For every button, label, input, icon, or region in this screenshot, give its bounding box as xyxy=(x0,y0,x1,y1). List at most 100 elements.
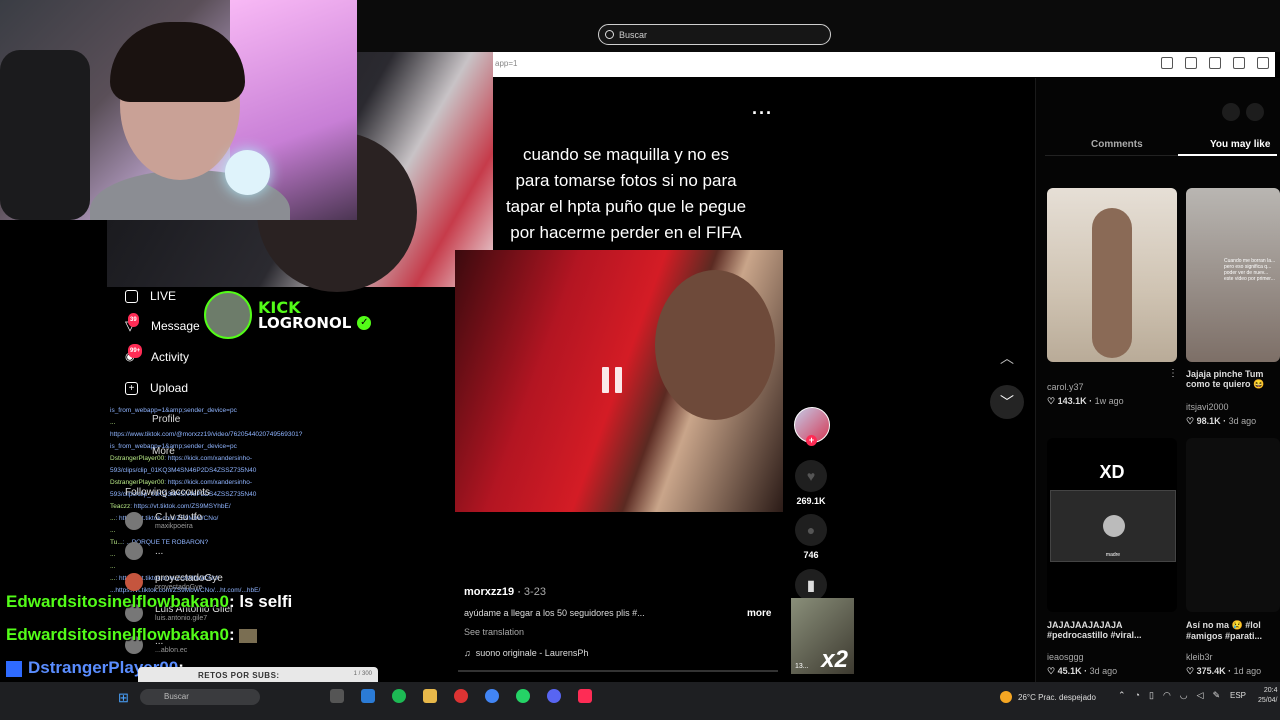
zoom-icon[interactable] xyxy=(1185,57,1197,69)
card-title[interactable]: Jajaja pinche Tum como te quiero 😆 xyxy=(1186,369,1280,390)
clock-date: 25/04/ xyxy=(1258,697,1278,704)
sidebar-item-label: Upload xyxy=(150,381,189,395)
card-user[interactable]: carol.y37 xyxy=(1047,382,1084,392)
clock[interactable]: 20:4 25/04/ xyxy=(1258,686,1277,706)
weather-text: 26°C Prac. despejado xyxy=(1018,692,1096,702)
pause-icon[interactable] xyxy=(600,367,626,393)
card-title[interactable]: JAJAJAAJAJAJA #pedrocastillo #viral... xyxy=(1047,620,1177,640)
spotify-icon[interactable] xyxy=(392,689,406,703)
whatsapp-icon[interactable] xyxy=(516,689,530,703)
following-item[interactable]: C.l.v su tfo maxikpoeira xyxy=(125,512,202,530)
address-bar[interactable]: app=1 xyxy=(493,52,1275,77)
big-chat-line: Edwardsitosinelflowbakan0: xyxy=(6,625,258,645)
following-item[interactable]: ... xyxy=(125,542,163,560)
mic-icon[interactable]: ▯ xyxy=(1149,690,1154,701)
sidebar-item-label: Activity xyxy=(151,350,190,364)
big-chat-line: Edwardsitosinelflowbakan0: ls selfi xyxy=(6,592,293,611)
language-indicator[interactable]: ESP xyxy=(1230,691,1246,700)
card-stats: ♡ 143.1K · 1w ago xyxy=(1047,396,1124,406)
tiktok-icon[interactable] xyxy=(578,689,592,703)
next-video-button[interactable]: ﹀ xyxy=(990,385,1024,419)
video-player[interactable] xyxy=(455,250,783,512)
following-item[interactable]: proyectadoGye proyectadoGye xyxy=(125,573,223,591)
chat-line: DstrangerPlayer00: https://kick.com/xand… xyxy=(110,455,252,462)
windows-start-icon[interactable]: ⊞ xyxy=(118,690,129,706)
following-accounts-header: Following accounts xyxy=(125,487,211,498)
video-caption: cuando se maquilla y no es para tomarse … xyxy=(505,145,747,242)
sound-link[interactable]: ♫ suono originale - LaurensPh xyxy=(464,648,588,658)
wifi-icon[interactable]: ◡ xyxy=(1180,690,1188,701)
message-badge: 39 xyxy=(128,313,139,327)
previous-video-button[interactable]: ︿ xyxy=(990,341,1024,375)
headset-icon[interactable]: ◠ xyxy=(1163,690,1171,701)
music-note-icon: ♫ xyxy=(464,648,471,658)
search-input[interactable]: Buscar xyxy=(598,24,831,45)
video-author[interactable]: morxzz19 · 3-23 xyxy=(464,586,546,598)
video-date: 3-23 xyxy=(523,586,546,598)
taskview-icon[interactable] xyxy=(330,689,344,703)
video-card-thumbnail[interactable] xyxy=(1186,438,1280,612)
chevron-down-icon: ﹀ xyxy=(1000,394,1014,410)
sidebar-item-label: Message xyxy=(151,319,200,333)
card-stats: ♡ 375.4K · 1d ago xyxy=(1186,666,1262,676)
chevron-up-icon: ︿ xyxy=(1000,350,1014,366)
next-video-thumbnail[interactable]: 13... x2 xyxy=(791,598,854,674)
chevron-up-icon[interactable]: ⌃ xyxy=(1118,690,1126,701)
video-progress-bar[interactable] xyxy=(458,670,778,672)
taskbar-search[interactable]: Buscar xyxy=(140,689,260,705)
channel-name: LOGRONOL xyxy=(258,313,352,332)
app-icon[interactable] xyxy=(361,689,375,703)
like-button[interactable]: ♥ 269.1K xyxy=(795,460,827,506)
weather-icon xyxy=(1000,691,1012,703)
pen-icon[interactable]: ✎ xyxy=(1213,690,1221,701)
see-translation-link[interactable]: See translation xyxy=(464,627,524,637)
more-options-icon[interactable]: ··· xyxy=(752,103,773,124)
star-icon[interactable] xyxy=(1209,57,1221,69)
chat-line: https://www.tiktok.com/@morxzz19/video/7… xyxy=(110,431,303,438)
comment-button[interactable]: ● 746 xyxy=(795,514,827,560)
more-button[interactable]: more xyxy=(747,608,771,619)
card-thumb-text: Cuando me borran la... pero eso signific… xyxy=(1224,258,1276,282)
file-explorer-icon[interactable] xyxy=(423,689,437,703)
video-card-thumbnail[interactable]: XD madre xyxy=(1047,438,1177,612)
video-card-thumbnail[interactable] xyxy=(1047,188,1177,362)
sidebar-item-message[interactable]: ▽39 Message xyxy=(125,313,200,333)
weather-widget[interactable]: 26°C Prac. despejado xyxy=(1000,691,1096,703)
chat-line: 593/clips/clip_01KQ3M4SN46P2DS4ZSSZ735N4… xyxy=(110,467,257,474)
chrome-icon[interactable] xyxy=(485,689,499,703)
network-icon[interactable]: ◔ xyxy=(1135,690,1140,701)
volume-icon[interactable]: ◁ xyxy=(1197,690,1204,701)
chat-badge-icon xyxy=(6,660,22,677)
sidebar-item-activity[interactable]: ◉99+ Activity xyxy=(125,344,190,364)
discord-icon[interactable] xyxy=(547,689,561,703)
card-user[interactable]: kleib3r xyxy=(1186,652,1213,662)
menu-icon[interactable] xyxy=(1257,57,1269,69)
verified-icon: ✓ xyxy=(357,316,372,330)
cast-icon[interactable] xyxy=(1161,57,1173,69)
card-stats: ♡ 98.1K · 3d ago xyxy=(1186,416,1257,426)
video-card-thumbnail[interactable]: Cuando me borran la... pero eso signific… xyxy=(1186,188,1280,362)
activity-badge: 99+ xyxy=(128,344,143,358)
obs-icon[interactable] xyxy=(454,689,468,703)
settings-icon[interactable] xyxy=(1222,103,1240,121)
sidebar-item-live[interactable]: LIVE xyxy=(125,289,176,303)
chat-line: ... xyxy=(110,563,116,570)
subs-goal-label: RETOS POR SUBS: xyxy=(198,671,280,680)
extensions-icon[interactable] xyxy=(1233,57,1245,69)
card-more-icon[interactable]: ⋮ xyxy=(1168,368,1178,379)
video-description: ayúdame a llegar a los 50 seguidores pli… xyxy=(464,608,645,618)
card-thumb-text: XD xyxy=(1099,462,1125,482)
card-inner-label: madre xyxy=(1105,552,1121,558)
heart-icon: ♥ xyxy=(795,460,827,492)
device-icon[interactable] xyxy=(1246,103,1264,121)
next-video-overlay: x2 xyxy=(821,646,848,673)
url-text: app=1 xyxy=(495,59,518,68)
card-user[interactable]: itsjavi2000 xyxy=(1186,402,1229,412)
sidebar-item-upload[interactable]: + Upload xyxy=(125,381,188,395)
tab-you-may-like[interactable]: You may like xyxy=(1210,139,1270,150)
tab-comments[interactable]: Comments xyxy=(1091,139,1143,150)
card-title[interactable]: Así no ma 😢 #lol #amigos #parati... xyxy=(1186,620,1280,641)
card-user[interactable]: ieaosggg xyxy=(1047,652,1084,662)
next-video-count: 13... xyxy=(795,663,809,670)
follow-plus-icon[interactable]: + xyxy=(806,435,817,446)
